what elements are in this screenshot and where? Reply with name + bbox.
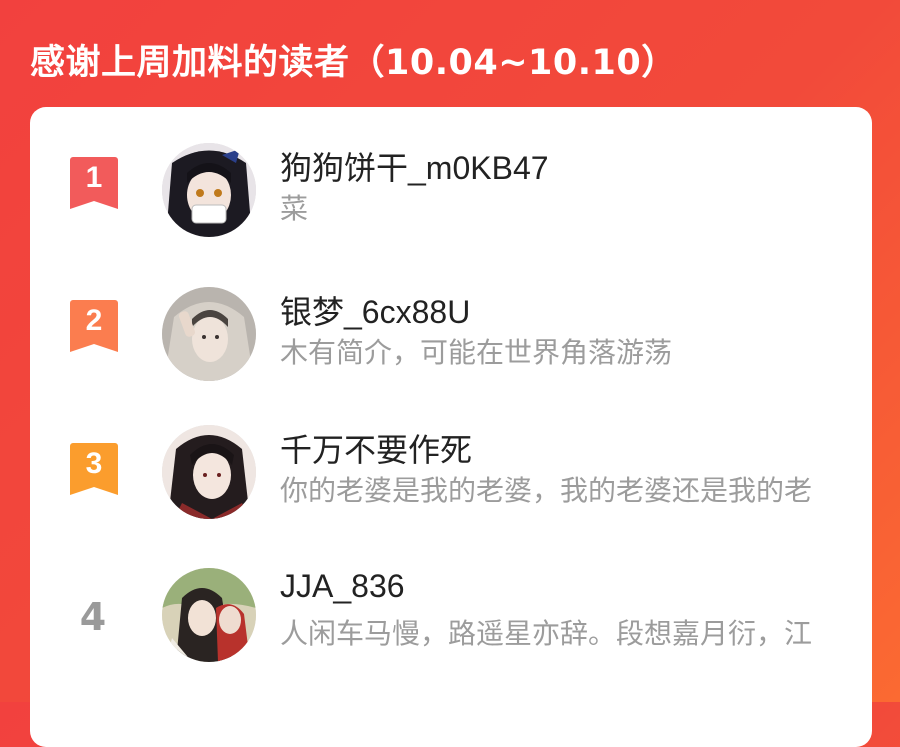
reader-bio: 菜 [280,193,309,224]
reader-row-3[interactable]: 3 千万不要作死 你的老婆是我的老婆，我的老婆还是我的老 [30,421,872,561]
rank-number: 3 [86,447,103,480]
bookmark-ribbon-icon: 2 [70,300,118,352]
avatar[interactable] [162,143,256,237]
reader-bio: 木有简介，可能在世界角落游荡 [280,337,673,368]
rank-number: 4 [79,595,107,639]
reader-bio: 人闲车马慢，路遥星亦辞。段想嘉月衍，江 [280,618,813,649]
reader-row-1[interactable]: 1 狗狗饼干_m0KB47 菜 [30,135,872,275]
reader-row-2[interactable]: 2 银梦_6cx88U 木有简介，可能在世界角落游荡 [30,278,872,418]
reader-name[interactable]: 狗狗饼干_m0KB47 [280,143,549,189]
rank-number: 2 [86,304,103,337]
avatar[interactable] [162,568,256,662]
rank-badge-2: 2 [70,300,118,352]
reader-list-card: 1 狗狗饼干_m0KB47 菜 2 银梦_6cx88U 木有简介，可能在世界角落… [30,107,872,747]
rank-number: 1 [86,161,103,194]
reader-name[interactable]: 千万不要作死 [280,425,472,471]
bookmark-ribbon-icon: 3 [70,443,118,495]
avatar[interactable] [162,425,256,519]
avatar[interactable] [162,287,256,381]
rank-badge-1: 1 [70,157,118,209]
reader-row-4[interactable]: 4 JJA_836 人闲车马慢，路遥星亦辞。段想嘉月衍，江 [30,563,872,703]
reader-bio: 你的老婆是我的老婆，我的老婆还是我的老 [280,475,813,506]
reader-name[interactable]: JJA_836 [280,568,405,605]
page-title: 感谢上周加料的读者（10.04~10.10） [30,43,677,83]
reader-name[interactable]: 银梦_6cx88U [280,287,470,333]
rank-badge-3: 3 [70,443,118,495]
bookmark-ribbon-icon: 1 [70,157,118,209]
